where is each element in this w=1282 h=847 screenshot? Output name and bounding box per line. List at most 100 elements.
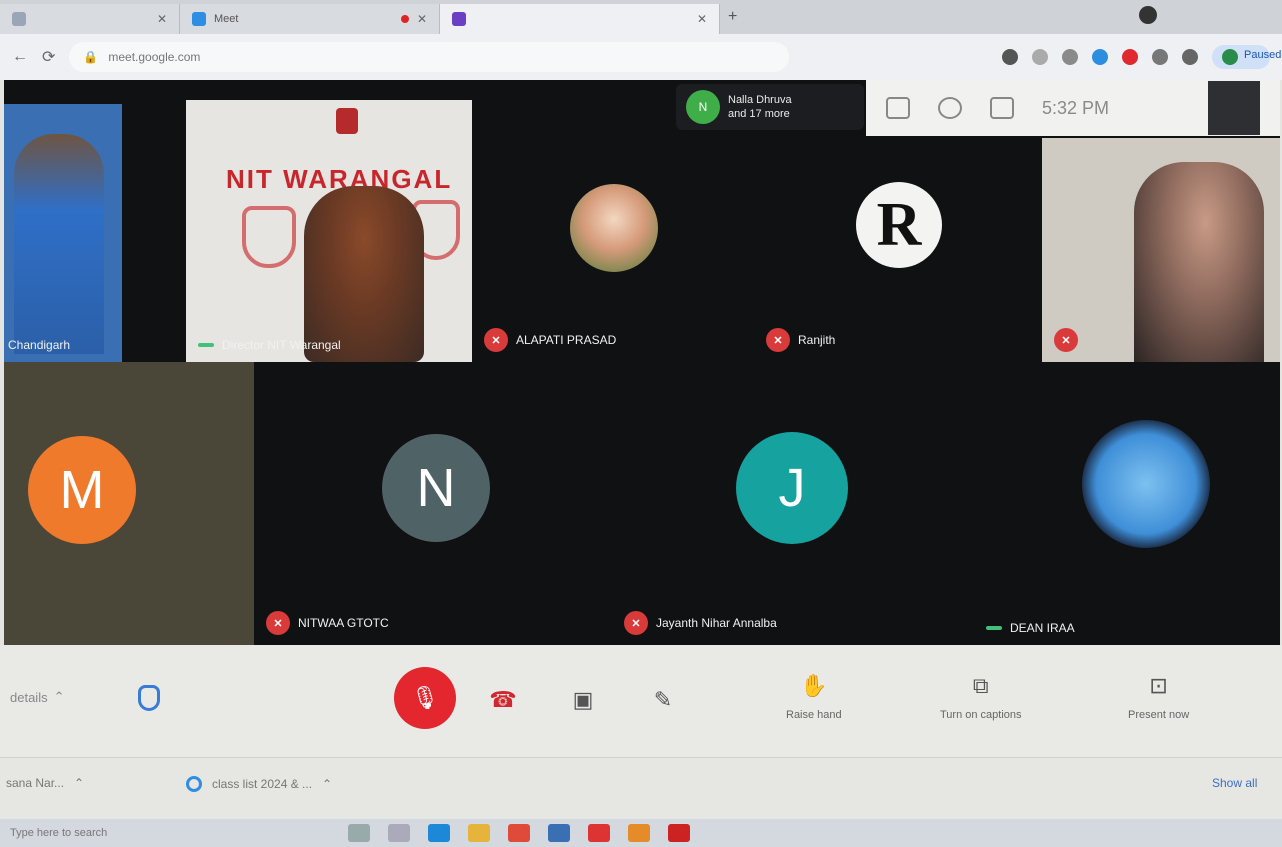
participant-tile[interactable]: ✕ ALAPATI PRASAD [472, 136, 742, 362]
extension-icon[interactable] [1152, 49, 1168, 65]
camera-toggle-button[interactable]: ▣ [566, 683, 600, 717]
star-icon[interactable] [1032, 49, 1048, 65]
shield-button[interactable] [138, 685, 160, 711]
participant-photo [570, 184, 658, 272]
participant-label: ✕ NITWAA GTOTC [266, 611, 389, 635]
chevron-up-icon[interactable]: ⌃ [322, 777, 332, 791]
participant-label: ✕ [1054, 328, 1086, 352]
raise-hand-button[interactable]: ✋ Raise hand [786, 669, 842, 721]
extension-icon[interactable] [1092, 49, 1108, 65]
extension-icon[interactable] [1122, 49, 1138, 65]
close-icon[interactable]: ✕ [697, 12, 707, 26]
avatar: N [686, 90, 720, 124]
download-item[interactable]: sana Nar... ⌃ [6, 776, 84, 790]
app-icon[interactable] [588, 824, 610, 842]
profile-paused-button[interactable]: Paused [1212, 45, 1282, 69]
tab-3[interactable]: ✕ [440, 4, 720, 34]
app-icon[interactable] [668, 824, 690, 842]
paused-label: Paused [1244, 49, 1282, 61]
camera-icon: ▣ [572, 687, 594, 712]
show-all-link[interactable]: Show all [1212, 776, 1257, 790]
puzzle-icon[interactable] [1182, 49, 1198, 65]
participant-tile[interactable]: J ✕ Jayanth Nihar Annalba [612, 362, 952, 645]
captions-button[interactable]: ⧉ Turn on captions [940, 669, 1022, 721]
taskbar-search[interactable]: Type here to search [10, 827, 330, 839]
participant-name: DEAN IRAA [1010, 621, 1075, 635]
show-all-label: Show all [1212, 776, 1258, 790]
avatar-initial: R [876, 190, 922, 259]
chrome-icon[interactable] [1062, 49, 1078, 65]
os-taskbar: Type here to search [0, 819, 1282, 847]
participant-tile[interactable]: NIT WARANGAL Director NIT Warangal [186, 100, 472, 362]
participant-label: Chandigarh [8, 338, 70, 352]
present-button[interactable]: ⊡ Present now [1128, 669, 1189, 721]
reload-icon[interactable]: ⟳ [42, 47, 55, 67]
mic-toggle-button[interactable]: 🎙 [394, 667, 456, 729]
participant-tile[interactable]: DEAN IRAA [974, 362, 1280, 645]
participant-tile[interactable]: Chandigarh [4, 104, 122, 362]
grid-icon[interactable] [990, 97, 1014, 119]
tab-2[interactable]: Meet ✕ [180, 4, 440, 34]
pen-icon: ✎ [653, 687, 673, 712]
tab-bar: ✕ Meet ✕ ✕ + [0, 0, 1282, 34]
mic-off-icon: ✕ [1054, 328, 1078, 352]
search-icon[interactable] [348, 824, 370, 842]
camera-icon[interactable] [1002, 49, 1018, 65]
tab-favicon [12, 12, 26, 26]
address-bar: ← ⟳ 🔒 meet.google.com Paused [0, 34, 1282, 80]
download-name: class list 2024 & ... [212, 777, 313, 791]
speaking-indicator-icon [986, 626, 1002, 630]
profile-icon[interactable] [1139, 6, 1157, 24]
task-view-icon[interactable] [388, 824, 410, 842]
details-label: details [10, 689, 48, 705]
mic-off-icon: ✕ [484, 328, 508, 352]
speaker-more: and 17 more [728, 108, 790, 120]
extension-bar: Paused [1002, 45, 1282, 69]
participant-video [1134, 162, 1264, 362]
back-icon[interactable]: ← [12, 48, 28, 66]
avatar-initial: N [698, 100, 708, 114]
app-icon[interactable] [628, 824, 650, 842]
participant-avatar: M [28, 436, 136, 544]
participant-label: DEAN IRAA [986, 621, 1075, 635]
chrome-icon[interactable] [508, 824, 530, 842]
participant-tile[interactable]: R ✕ Ranjith [754, 136, 1040, 362]
tab-favicon [452, 12, 466, 26]
close-icon[interactable]: ✕ [157, 12, 167, 26]
url-field[interactable]: 🔒 meet.google.com [69, 42, 790, 72]
folder-icon[interactable] [468, 824, 490, 842]
participant-name: Director NIT Warangal [222, 338, 341, 352]
more-options-button[interactable]: ✎ [646, 683, 680, 717]
participant-name: Ranjith [798, 333, 836, 347]
institute-logo [1082, 420, 1210, 548]
file-icon [186, 776, 202, 792]
app-icon[interactable] [548, 824, 570, 842]
download-name: sana Nar... [6, 776, 65, 790]
edge-icon[interactable] [428, 824, 450, 842]
new-tab-button[interactable]: + [728, 8, 737, 26]
active-speaker-pill[interactable]: N Nalla Dhruva and 17 more [676, 84, 864, 130]
screen: ✕ Meet ✕ ✕ + ← ⟳ 🔒 meet.google.com Pause… [0, 0, 1282, 847]
meet-top-bar: 5:32 PM [866, 80, 1280, 136]
raise-hand-label: Raise hand [786, 709, 842, 721]
leave-call-button[interactable]: ☎ [486, 683, 520, 717]
lock-icon: 🔒 [83, 50, 99, 64]
recording-dot-icon [400, 15, 409, 23]
participant-tile[interactable]: N ✕ NITWAA GTOTC [254, 362, 584, 645]
layout-icon[interactable] [886, 97, 910, 119]
participant-name: ALAPATI PRASAD [516, 333, 617, 347]
participant-label: ✕ ALAPATI PRASAD [484, 328, 616, 352]
chevron-up-icon[interactable]: ⌃ [74, 776, 84, 790]
self-view-thumbnail[interactable] [1208, 81, 1260, 135]
emblem-icon [336, 108, 358, 134]
tab-1[interactable]: ✕ [0, 4, 180, 34]
avatar [1222, 49, 1238, 65]
download-item[interactable]: class list 2024 & ... ⌃ [186, 776, 332, 792]
participant-tile[interactable]: ✕ [1042, 138, 1280, 362]
close-icon[interactable]: ✕ [417, 12, 427, 26]
control-bar: details ⌃ 🎙 ☎ ▣ ✎ ✋ Raise hand ⧉ Turn on… [0, 645, 1282, 757]
speaking-indicator-icon [198, 343, 214, 347]
people-icon[interactable] [938, 97, 962, 119]
tab-favicon [192, 12, 206, 26]
meeting-details-button[interactable]: details ⌃ [10, 689, 64, 705]
